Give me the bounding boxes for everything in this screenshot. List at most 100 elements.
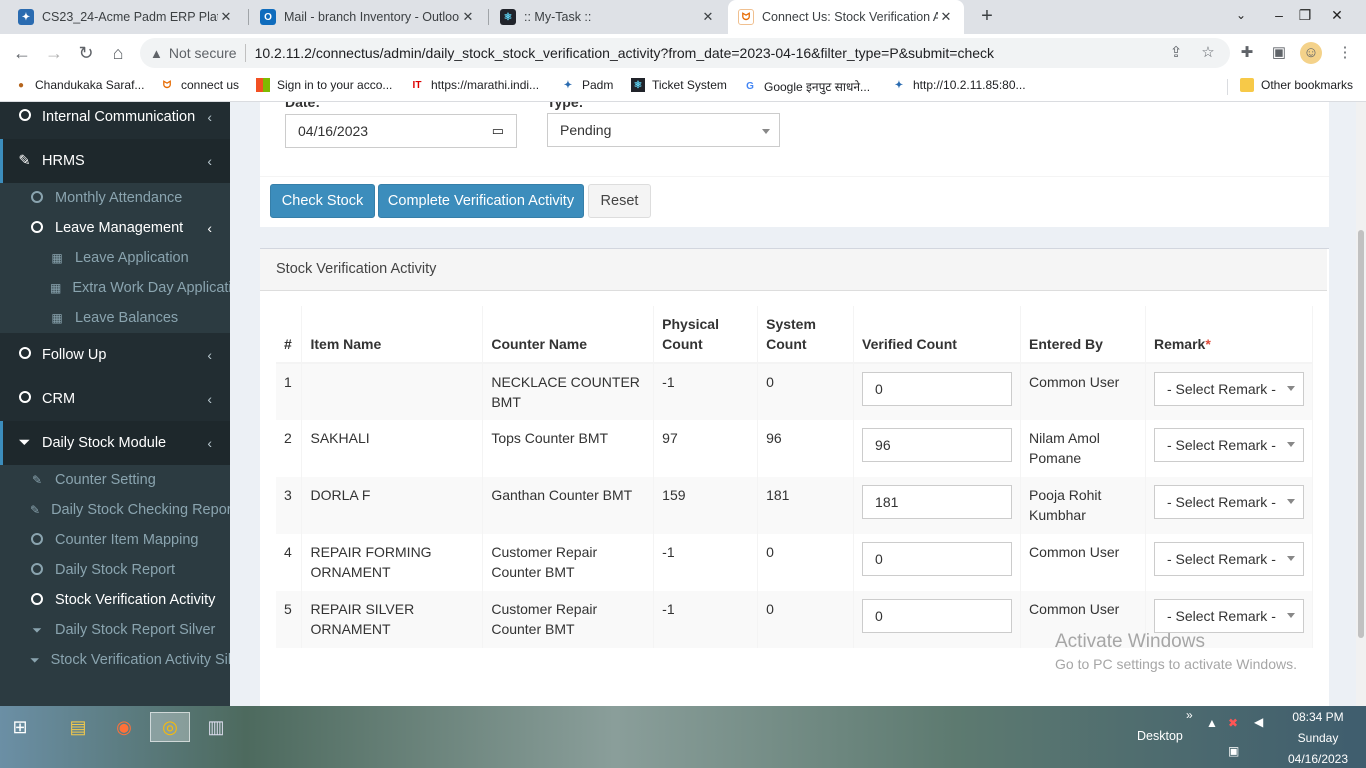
sidebar-item-hrms[interactable]: ✎ HRMS ‹ — [0, 139, 230, 183]
forward-icon[interactable]: → — [41, 40, 67, 66]
firefox-icon[interactable]: ◉ — [104, 712, 144, 742]
file-explorer-icon[interactable]: ▤ — [58, 712, 98, 742]
bookmark-item[interactable]: ᗢ connect us — [160, 78, 239, 92]
desktop-toolbar[interactable]: Desktop — [1137, 729, 1183, 743]
sidebar-item-monthly-attendance[interactable]: Monthly Attendance — [0, 183, 230, 213]
windows-start-icon[interactable]: ⊞ — [0, 712, 40, 742]
remark-select[interactable]: - Select Remark - — [1153, 372, 1304, 406]
it-icon: IT — [412, 79, 422, 91]
close-icon[interactable]: ✕ — [460, 9, 476, 25]
main-content: Date: 04/16/2023 ▭ Type: Pending Check S… — [230, 102, 1356, 706]
side-panel-icon[interactable]: ▣ — [1268, 42, 1290, 64]
date-input[interactable]: 04/16/2023 ▭ — [285, 114, 517, 148]
browser-tab[interactable]: O Mail - branch Inventory - Outlook ✕ — [250, 0, 486, 34]
remark-select[interactable]: - Select Remark - — [1153, 599, 1304, 633]
bookmark-item[interactable]: ✦ Padm — [561, 78, 614, 92]
action-center-icon[interactable]: ▣ — [1228, 744, 1239, 758]
browser-tab[interactable]: ✦ CS23_24-Acme Padm ERP Platform ✕ — [8, 0, 244, 34]
remark-select[interactable]: - Select Remark - — [1153, 485, 1304, 519]
url-text[interactable]: 10.2.11.2/connectus/admin/daily_stock_st… — [255, 45, 994, 61]
network-error-icon[interactable]: ✖ — [1228, 716, 1238, 730]
clock-date[interactable]: 04/16/2023 — [1284, 752, 1352, 766]
bookmark-item[interactable]: Sign in to your acco... — [256, 78, 392, 92]
sidebar-item-daily-stock-report-silver[interactable]: ⏷ Daily Stock Report Silver — [0, 615, 230, 645]
page-scrollbar[interactable] — [1356, 102, 1366, 706]
pencil-icon: ✎ — [31, 473, 43, 487]
clock-day[interactable]: Sunday — [1288, 731, 1348, 745]
chevron-down-icon — [1286, 499, 1295, 504]
sidebar-item-counter-setting[interactable]: ✎ Counter Setting — [0, 465, 230, 495]
sidebar-item-internal-communication[interactable]: Internal Communication ‹ — [0, 102, 230, 139]
table-icon: ▦ — [51, 251, 63, 265]
verified-count-input[interactable]: 0 — [862, 599, 1013, 633]
star-icon[interactable]: ☆ — [1197, 42, 1219, 64]
tab-search-icon[interactable]: ⌄ — [1222, 0, 1260, 34]
browser-tab[interactable]: ⚛ :: My-Task :: ✕ — [490, 0, 726, 34]
new-tab-button[interactable]: + — [976, 5, 998, 29]
share-icon[interactable]: ⇪ — [1165, 42, 1187, 64]
column-header: Remark* — [1145, 306, 1314, 364]
sidebar-item-follow-up[interactable]: Follow Up ‹ — [0, 333, 230, 377]
toolbar-expand-icon[interactable]: » — [1186, 708, 1193, 722]
sidebar-item-crm[interactable]: CRM ‹ — [0, 377, 230, 421]
verified-count-input[interactable]: 181 — [862, 485, 1013, 519]
required-marker: * — [1205, 336, 1211, 352]
sidebar-item-counter-item-mapping[interactable]: Counter Item Mapping — [0, 525, 230, 555]
other-bookmarks[interactable]: Other bookmarks — [1240, 78, 1353, 92]
sidebar-item-leave-management[interactable]: Leave Management ‹ — [0, 213, 230, 243]
sidebar-item-leave-balances[interactable]: ▦ Leave Balances — [0, 303, 230, 333]
taskbar: ⊞ ▤ ◉ ◎ ▥ Desktop » ▲ ✖ ◀ ▣ 08:34 PM Sun… — [0, 706, 1366, 768]
extensions-icon[interactable]: ✚ — [1236, 42, 1258, 64]
chrome-icon[interactable]: ◎ — [150, 712, 190, 742]
remark-select[interactable]: - Select Remark - — [1153, 542, 1304, 576]
bookmark-item[interactable]: ● Chandukaka Saraf... — [14, 78, 144, 92]
check-stock-button[interactable]: Check Stock — [270, 184, 375, 218]
calendar-icon[interactable]: ▭ — [492, 123, 504, 139]
verified-count-input[interactable]: 96 — [862, 428, 1013, 462]
not-secure-label[interactable]: Not secure — [169, 45, 237, 61]
profile-avatar[interactable]: ☺ — [1300, 42, 1322, 64]
verified-count-input[interactable]: 0 — [862, 542, 1013, 576]
circle-icon — [30, 592, 44, 608]
reload-icon[interactable]: ↻ — [73, 40, 99, 66]
close-window-button[interactable]: ✕ — [1318, 0, 1356, 34]
tray-up-icon[interactable]: ▲ — [1206, 716, 1218, 730]
sidebar-item-extra-work-day-application[interactable]: ▦ Extra Work Day Application — [0, 273, 230, 303]
close-icon[interactable]: ✕ — [700, 9, 716, 25]
chevron-down-icon: ‹ — [207, 220, 212, 236]
react-icon: ⚛ — [631, 78, 645, 92]
remark-select[interactable]: - Select Remark - — [1153, 428, 1304, 462]
sidebar-item-daily-stock-checking-report[interactable]: ✎ Daily Stock Checking Report — [0, 495, 230, 525]
complete-verification-button[interactable]: Complete Verification Activity — [378, 184, 584, 218]
table-row: 2 SAKHALI Tops Counter BMT 97 96 96 Nila… — [276, 420, 1314, 477]
scrollbar-thumb[interactable] — [1358, 230, 1364, 638]
bookmark-item[interactable]: ✦ http://10.2.11.85:80... — [892, 78, 1026, 92]
bookmark-item[interactable]: G Google इनपुट साधने... — [743, 78, 870, 95]
close-icon[interactable]: ✕ — [938, 9, 954, 25]
sidebar-item-leave-application[interactable]: ▦ Leave Application — [0, 243, 230, 273]
bookmark-item[interactable]: ⚛ Ticket System — [631, 78, 727, 92]
chevron-down-icon: ‹ — [207, 153, 212, 169]
clock-time[interactable]: 08:34 PM — [1288, 710, 1348, 724]
type-select[interactable]: Pending — [547, 113, 780, 147]
warning-icon[interactable]: ▲ — [150, 46, 163, 61]
sidebar-item-stock-verification-activity-silver[interactable]: ⏷ Stock Verification Activity Silver — [0, 645, 230, 675]
sidebar-item-daily-stock-module[interactable]: ⏷ Daily Stock Module ‹ — [0, 421, 230, 465]
sidebar-item-daily-stock-report[interactable]: Daily Stock Report — [0, 555, 230, 585]
connectus-icon: ᗢ — [738, 9, 754, 25]
browser-tab-active[interactable]: ᗢ Connect Us: Stock Verification Activit… — [728, 0, 964, 34]
bookmark-item[interactable]: IT https://marathi.indi... — [410, 78, 540, 92]
home-icon[interactable]: ⌂ — [105, 40, 131, 66]
address-bar[interactable]: ▲ Not secure 10.2.11.2/connectus/admin/d… — [140, 38, 1230, 68]
column-header: System Count — [757, 306, 855, 364]
reset-button[interactable]: Reset — [588, 184, 651, 218]
menu-icon[interactable]: ⋮ — [1334, 42, 1356, 64]
back-icon[interactable]: ← — [9, 40, 35, 66]
sidebar-item-stock-verification-activity[interactable]: Stock Verification Activity — [0, 585, 230, 615]
volume-icon[interactable]: ◀ — [1254, 715, 1263, 729]
verified-count-input[interactable]: 0 — [862, 372, 1013, 406]
close-icon[interactable]: ✕ — [218, 9, 234, 25]
column-header: Entered By — [1020, 306, 1146, 364]
filter-icon: ⏷ — [30, 652, 40, 667]
calculator-icon[interactable]: ▥ — [196, 712, 236, 742]
